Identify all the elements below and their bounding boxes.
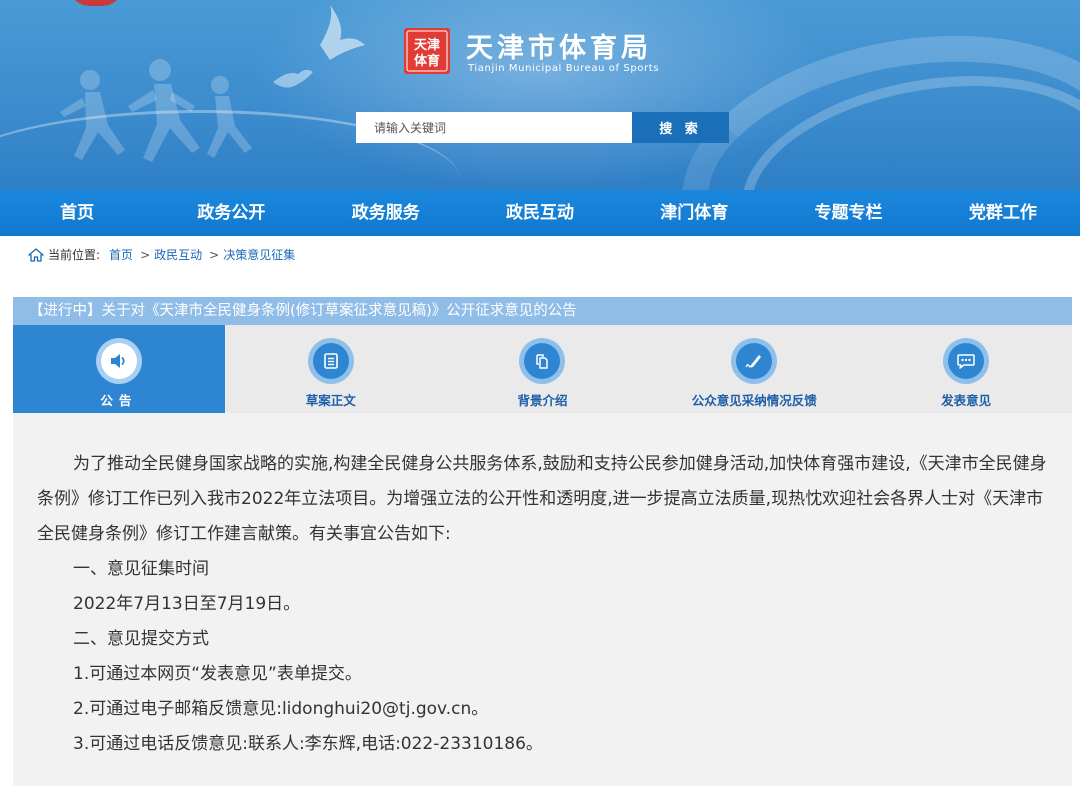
small-dove-illustration (273, 69, 313, 88)
nav-item-special-topics[interactable]: 专题专栏 (771, 190, 925, 236)
copy-icon (536, 354, 549, 369)
document-icon (323, 353, 338, 369)
breadcrumb-prefix: 当前位置: (48, 248, 101, 262)
tab-submit-opinion[interactable]: 发表意见 (860, 325, 1072, 413)
red-ornament (68, 0, 124, 6)
tab-label: 背景介绍 (517, 393, 568, 408)
tab-label: 草案正文 (305, 393, 356, 408)
nav-item-party-work[interactable]: 党群工作 (926, 190, 1080, 236)
nav-item-home[interactable]: 首页 (0, 190, 154, 236)
bureau-logo: 天津 体育 (404, 28, 450, 74)
main-nav: 首页 政务公开 政务服务 政民互动 津门体育 专题专栏 党群工作 (0, 190, 1080, 236)
tab-icon-ring (731, 338, 778, 384)
nav-item-gov-affairs[interactable]: 政务公开 (154, 190, 308, 236)
tab-icon-ring (519, 338, 566, 384)
tab-icon-ring (307, 338, 354, 384)
tab-announcement[interactable]: 公告 (13, 325, 225, 413)
breadcrumb: 当前位置: 首页 > 政民互动 > 决策意见征集 (28, 246, 298, 263)
method-item: 3.可通过电话反馈意见:联系人:李东辉,电话:022-23310186。 (73, 734, 543, 754)
breadcrumb-separator: > (209, 247, 220, 262)
tab-icon-ring (943, 338, 990, 384)
notice-tabs: 公告 草案正文 背景介绍 公众意见采纳情况反馈 发表意见 (13, 325, 1072, 413)
site-subtitle: Tianjin Municipal Bureau of Sports (468, 63, 660, 74)
notice-body: 为了推动全民健身国家战略的实施,构建全民健身公共服务体系,鼓励和支持公民参加健身… (37, 447, 1052, 762)
tab-label: 发表意见 (941, 393, 992, 408)
site-title: 天津市体育局 (466, 33, 652, 64)
search-button[interactable]: 搜 索 (632, 112, 729, 143)
breadcrumb-separator: > (140, 247, 151, 262)
logo-emblem-icon: 天津 体育 (404, 28, 450, 74)
svg-text:天津: 天津 (414, 37, 440, 53)
nav-item-gov-services[interactable]: 政务服务 (309, 190, 463, 236)
method-item: 2.可通过电子邮箱反馈意见:lidonghui20@tj.gov.cn。 (73, 699, 489, 719)
notice-title: 【进行中】关于对《天津市全民健身条例(修订草案征求意见稿)》公开征求意见的公告 (13, 297, 1072, 325)
nav-item-interaction[interactable]: 政民互动 (463, 190, 617, 236)
section-heading: 一、意见征集时间 (73, 559, 209, 579)
chat-icon (957, 354, 975, 369)
section-heading: 二、意见提交方式 (73, 629, 209, 649)
breadcrumb-current[interactable]: 决策意见征集 (223, 246, 295, 263)
tab-background[interactable]: 背景介绍 (437, 325, 649, 413)
method-item: 1.可通过本网页“发表意见”表单提交。 (73, 664, 362, 684)
pen-icon (745, 355, 762, 368)
tab-label: 公告 (100, 393, 138, 408)
runners-illustration (60, 59, 252, 162)
section-text: 2022年7月13日至7月19日。 (73, 594, 301, 614)
notice-panel: 【进行中】关于对《天津市全民健身条例(修订草案征求意见稿)》公开征求意见的公告 … (13, 297, 1072, 786)
tab-label: 公众意见采纳情况反馈 (691, 393, 817, 408)
intro-paragraph: 为了推动全民健身国家战略的实施,构建全民健身公共服务体系,鼓励和支持公民参加健身… (37, 454, 1047, 544)
tab-feedback-adoption[interactable]: 公众意见采纳情况反馈 (648, 325, 860, 413)
search-input[interactable] (356, 112, 632, 143)
home-icon (28, 247, 44, 262)
nav-item-tianjin-sports[interactable]: 津门体育 (617, 190, 771, 236)
speaker-icon (110, 354, 125, 368)
svg-text:体育: 体育 (414, 53, 440, 69)
tab-icon-ring (95, 338, 142, 384)
tab-draft-text[interactable]: 草案正文 (225, 325, 437, 413)
breadcrumb-interaction[interactable]: 政民互动 (154, 246, 202, 263)
header-banner: 天津 体育 天津市体育局 Tianjin Municipal Bureau of… (0, 0, 1080, 190)
breadcrumb-home[interactable]: 首页 (109, 246, 133, 263)
